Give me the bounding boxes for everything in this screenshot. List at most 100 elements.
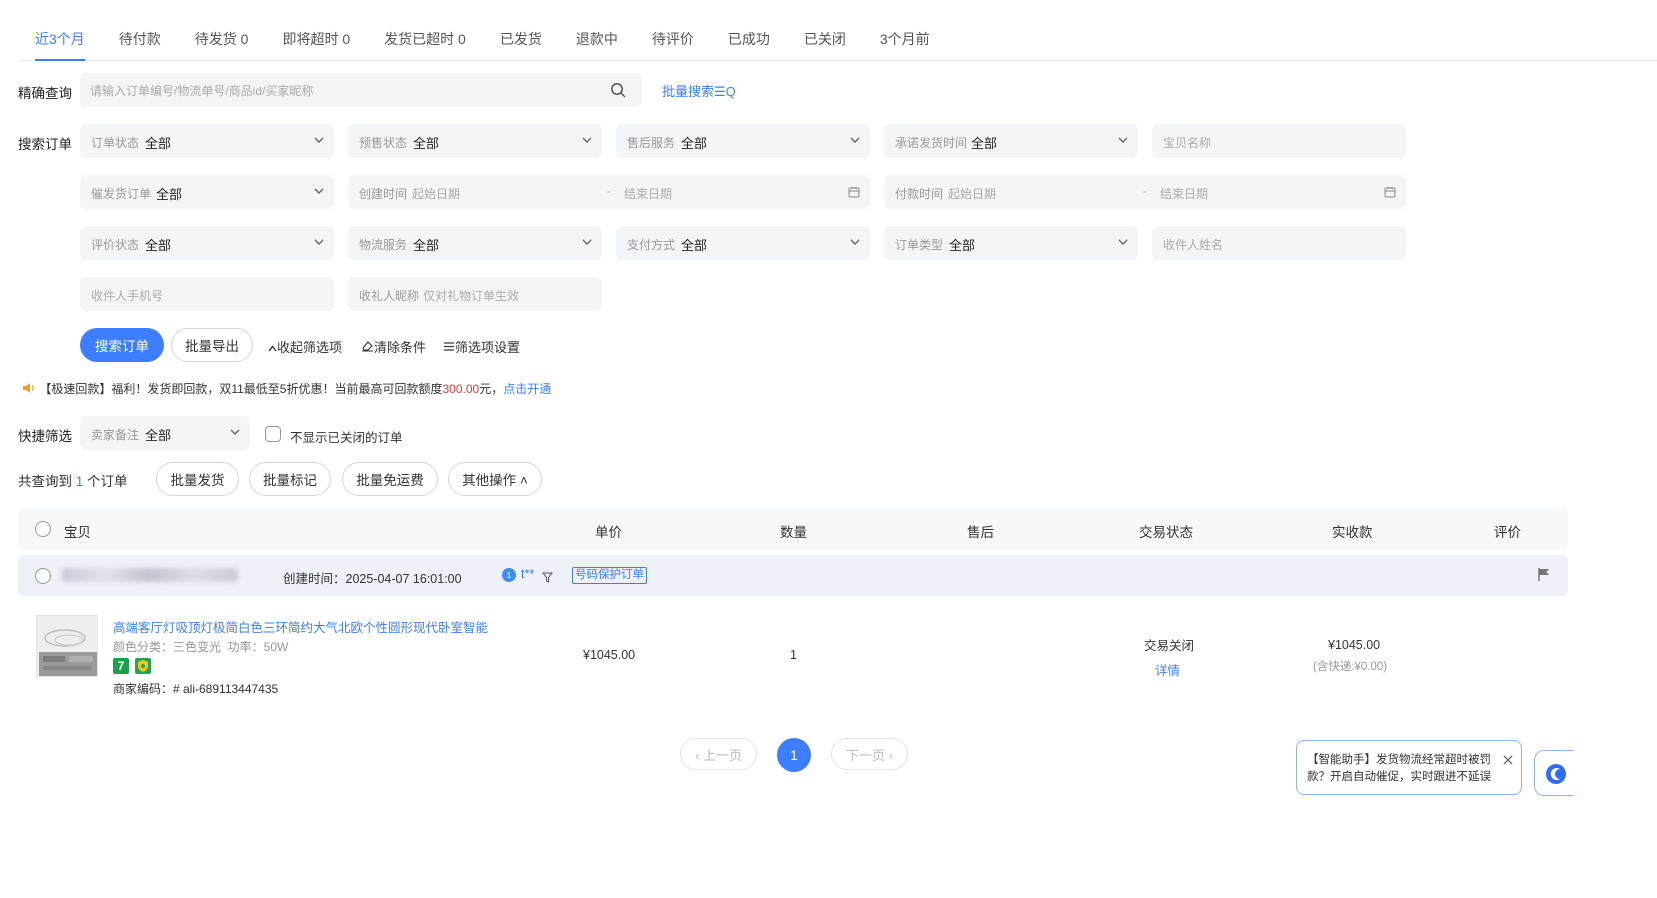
created-start-date[interactable]: 起始日期	[412, 185, 460, 202]
next-page-button[interactable]: 下一页 ›	[831, 738, 908, 770]
order-detail-link[interactable]: 详情	[1155, 660, 1180, 679]
tab-pending-shipment[interactable]: 待发货 0	[178, 18, 266, 60]
after-sale-value: 全部	[681, 136, 708, 151]
assistant-message: 【智能助手】发货物流经常超时被罚款？开启自动催促，实时跟进不延误	[1307, 754, 1491, 783]
current-page-button[interactable]: 1	[777, 738, 811, 772]
chevron-down-icon	[582, 137, 592, 143]
receiver-name-placeholder: 收件人姓名	[1163, 238, 1224, 252]
header-received-amount: 实收款	[1332, 525, 1373, 540]
receiver-phone-input[interactable]: 收件人手机号	[80, 277, 334, 311]
clear-conditions-label: 清除条件	[374, 340, 427, 355]
gift-nickname-label: 收礼人昵称	[359, 289, 420, 303]
order-status-select[interactable]: 订单状态 全部	[80, 124, 334, 158]
review-status-select[interactable]: 评价状态 全部	[80, 226, 334, 260]
paid-end-date[interactable]: 结束日期	[1160, 185, 1208, 202]
payment-method-select[interactable]: 支付方式 全部	[616, 226, 870, 260]
other-actions-button[interactable]: 其他操作 ˄	[448, 462, 542, 496]
tab-shipped[interactable]: 已发货	[483, 18, 559, 60]
calendar-icon	[848, 187, 860, 198]
created-range-separator: -	[607, 184, 611, 198]
item-name-input[interactable]: 宝贝名称	[1152, 124, 1406, 158]
seller-note-value: 全部	[145, 428, 172, 443]
presale-status-value: 全部	[413, 136, 440, 151]
assistant-logo-icon	[1546, 764, 1566, 784]
seven-day-return-badge: 7	[113, 658, 129, 674]
flag-icon[interactable]	[1537, 567, 1551, 582]
clear-conditions-link[interactable]: 清除条件	[361, 337, 426, 356]
order-tabs: 近3个月 待付款 待发货 0 即将超时 0 发货已超时 0 已发货 退款中 待评…	[18, 18, 1657, 61]
tab-older-than-3-months[interactable]: 3个月前	[863, 18, 947, 60]
seller-note-select[interactable]: 卖家备注 全部	[80, 416, 250, 450]
guarantee-badge-icon	[135, 658, 151, 674]
receiver-phone-placeholder: 收件人手机号	[91, 289, 164, 303]
order-select-checkbox[interactable]	[35, 568, 51, 584]
chevron-down-icon	[850, 137, 860, 143]
paid-time-range[interactable]: 付款时间 起始日期 - 结束日期	[884, 175, 1406, 209]
order-table-header: 宝贝 单价 数量 售后 交易状态 实收款 评价	[18, 508, 1568, 550]
select-all-checkbox[interactable]	[35, 521, 51, 537]
header-quantity: 数量	[780, 525, 807, 540]
product-spec: 颜色分类：三色变光 功率：50W	[113, 640, 289, 654]
after-sale-select[interactable]: 售后服务 全部	[616, 124, 870, 158]
filter-icon[interactable]	[542, 572, 553, 583]
batch-ship-button[interactable]: 批量发货	[156, 462, 239, 496]
gift-nickname-input[interactable]: 收礼人昵称 仅对礼物订单生效	[348, 277, 602, 311]
order-type-select[interactable]: 订单类型 全部	[884, 226, 1138, 260]
filter-settings-label: 筛选项设置	[455, 340, 521, 355]
tab-closed[interactable]: 已关闭	[787, 18, 863, 60]
urge-ship-select[interactable]: 催发货订单 全部	[80, 175, 334, 209]
tab-pending-payment[interactable]: 待付款	[102, 18, 178, 60]
tab-refunding[interactable]: 退款中	[559, 18, 635, 60]
batch-search-link[interactable]: 批量搜索☰Q	[662, 81, 736, 100]
product-title-link[interactable]: 高端客厅灯吸顶灯极简白色三环简约大气北欧个性圆形现代卧室智能	[113, 617, 488, 636]
presale-status-select[interactable]: 预售状态 全部	[348, 124, 602, 158]
hide-closed-checkbox[interactable]	[265, 426, 281, 442]
created-end-date[interactable]: 结束日期	[624, 185, 672, 202]
chevron-down-icon	[230, 429, 240, 435]
order-status-label: 订单状态	[91, 136, 140, 150]
order-type-label: 订单类型	[895, 238, 944, 252]
speaker-icon	[23, 383, 34, 393]
close-icon[interactable]	[1503, 755, 1513, 765]
buyer-chat-icon[interactable]: 1	[501, 567, 517, 583]
buyer-nickname[interactable]: t**	[521, 567, 534, 581]
batch-mark-button[interactable]: 批量标记	[249, 462, 331, 496]
tab-about-to-timeout[interactable]: 即将超时 0	[265, 18, 367, 60]
precise-search-input[interactable]	[80, 73, 592, 109]
header-after-sale: 售后	[967, 525, 994, 540]
smart-assistant-popup[interactable]: 【智能助手】发货物流经常超时被罚款？开启自动催促，实时跟进不延误	[1296, 740, 1522, 795]
created-time-label: 创建时间	[359, 187, 408, 201]
batch-free-shipping-button[interactable]: 批量免运费	[342, 462, 438, 496]
hide-closed-label: 不显示已关闭的订单	[290, 431, 403, 445]
precise-search-box	[80, 73, 642, 109]
search-orders-button[interactable]: 搜索订单	[80, 328, 164, 362]
promised-ship-select[interactable]: 承诺发货时间 全部	[884, 124, 1138, 158]
shipping-fee-note: (含快递:¥0.00)	[1313, 661, 1388, 673]
promised-ship-label: 承诺发货时间	[895, 136, 968, 150]
prev-page-button[interactable]: ‹ 上一页	[680, 738, 757, 770]
tab-pending-review[interactable]: 待评价	[635, 18, 711, 60]
batch-export-button[interactable]: 批量导出	[171, 328, 253, 362]
assistant-launcher[interactable]	[1534, 750, 1574, 796]
header-review: 评价	[1494, 525, 1521, 540]
product-thumbnail[interactable]	[36, 615, 98, 677]
header-item: 宝贝	[64, 525, 91, 540]
logistics-select[interactable]: 物流服务 全部	[348, 226, 602, 260]
tab-succeeded[interactable]: 已成功	[711, 18, 787, 60]
quick-filter-label: 快捷筛选	[18, 429, 72, 444]
review-status-label: 评价状态	[91, 238, 140, 252]
notice-activate-link[interactable]: 点击开通	[503, 382, 551, 396]
filter-settings-link[interactable]: 筛选项设置	[443, 337, 520, 356]
created-time-range[interactable]: 创建时间 起始日期 - 结束日期	[348, 175, 870, 209]
notice-amount: 300.00	[442, 382, 480, 396]
tab-recent-3-months[interactable]: 近3个月	[18, 18, 102, 61]
order-type-value: 全部	[949, 238, 976, 253]
tab-shipping-timeout[interactable]: 发货已超时 0	[367, 18, 483, 60]
logistics-label: 物流服务	[359, 238, 408, 252]
search-icon[interactable]	[610, 82, 626, 98]
paid-start-date[interactable]: 起始日期	[948, 185, 996, 202]
collapse-filters-link[interactable]: 收起筛选项	[268, 337, 342, 356]
chevron-down-icon	[314, 239, 324, 245]
receiver-name-input[interactable]: 收件人姓名	[1152, 226, 1406, 260]
trade-status: 交易关闭	[1144, 639, 1195, 653]
